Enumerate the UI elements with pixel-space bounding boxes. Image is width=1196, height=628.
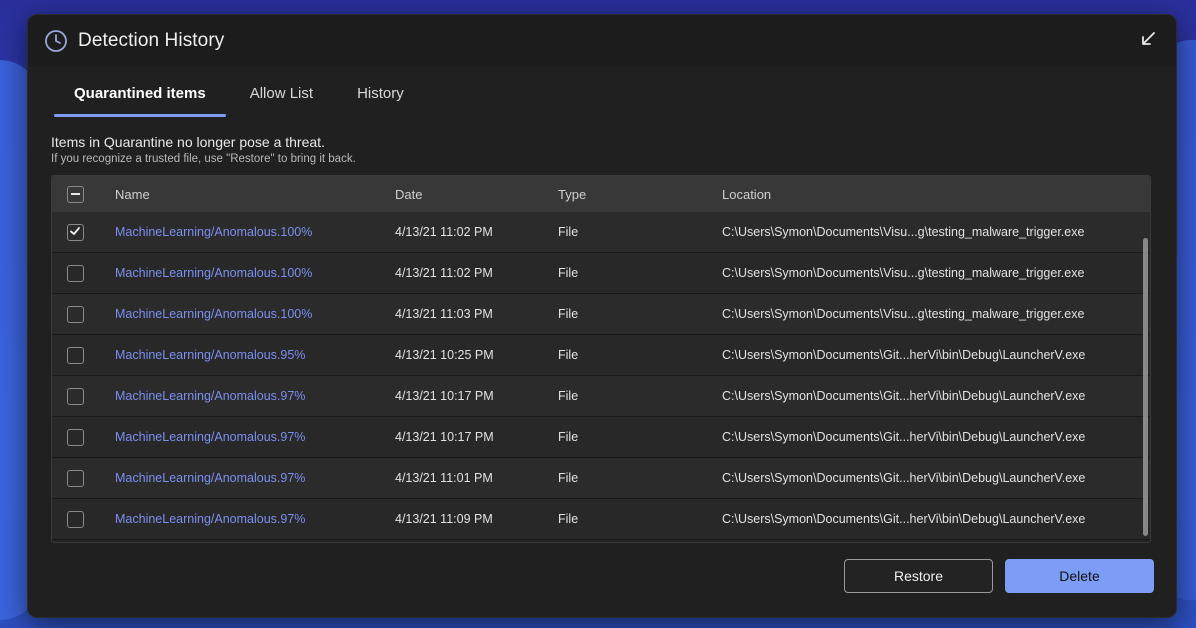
checkmark-icon — [69, 225, 81, 240]
file-location: C:\Users\Symon\Documents\Git...herVi\bin… — [722, 471, 1086, 485]
tab-quarantined-items[interactable]: Quarantined items — [52, 77, 228, 117]
row-checkbox[interactable] — [66, 387, 84, 405]
table-scrollbar[interactable] — [1143, 238, 1148, 536]
window-title: Detection History — [78, 30, 225, 51]
detection-date: 4/13/21 11:02 PM — [395, 266, 493, 280]
detection-date: 4/13/21 11:01 PM — [395, 471, 493, 485]
quarantine-info-text: Items in Quarantine no longer pose a thr… — [51, 134, 325, 150]
tab-allow-list[interactable]: Allow List — [228, 77, 335, 115]
file-location: C:\Users\Symon\Documents\Git...herVi\bin… — [722, 348, 1086, 362]
threat-name-link[interactable]: MachineLearning/Anomalous.97% — [115, 389, 305, 403]
file-location: C:\Users\Symon\Documents\Git...herVi\bin… — [722, 389, 1086, 403]
table-header: Name Date Type Location — [52, 176, 1150, 212]
threat-name-link[interactable]: MachineLearning/Anomalous.97% — [115, 430, 305, 444]
restore-button[interactable]: Restore — [844, 559, 993, 593]
table-row[interactable]: MachineLearning/Anomalous.95% 4/13/21 10:… — [52, 335, 1150, 376]
detection-history-window: Detection History Quarantined items Allow… — [27, 14, 1177, 618]
threat-name-link[interactable]: MachineLearning/Anomalous.100% — [115, 266, 312, 280]
item-type: File — [558, 307, 579, 321]
file-location: C:\Users\Symon\Documents\Visu...g\testin… — [722, 266, 1085, 280]
file-location: C:\Users\Symon\Documents\Git...herVi\bin… — [722, 512, 1086, 526]
collapse-arrow-icon — [1139, 30, 1157, 53]
row-checkbox[interactable] — [66, 305, 84, 323]
file-location: C:\Users\Symon\Documents\Git...herVi\bin… — [722, 430, 1086, 444]
detection-date: 4/13/21 11:03 PM — [395, 307, 493, 321]
row-checkbox[interactable] — [66, 510, 84, 528]
detection-date: 4/13/21 11:02 PM — [395, 225, 493, 239]
table-row[interactable]: MachineLearning/Anomalous.100% 4/13/21 11… — [52, 212, 1150, 253]
threat-name-link[interactable]: MachineLearning/Anomalous.100% — [115, 225, 312, 239]
quarantine-hint-text: If you recognize a trusted file, use "Re… — [51, 153, 356, 165]
detection-date: 4/13/21 11:09 PM — [395, 512, 493, 526]
column-header-type[interactable]: Type — [558, 187, 722, 202]
tab-bar: Quarantined items Allow List History — [52, 77, 426, 127]
file-location: C:\Users\Symon\Documents\Visu...g\testin… — [722, 225, 1085, 239]
item-type: File — [558, 389, 579, 403]
table-body: MachineLearning/Anomalous.100% 4/13/21 11… — [52, 212, 1150, 542]
row-checkbox[interactable] — [66, 428, 84, 446]
item-type: File — [558, 225, 579, 239]
select-all-checkbox[interactable] — [66, 185, 84, 203]
threat-name-link[interactable]: MachineLearning/Anomalous.100% — [115, 307, 312, 321]
table-row[interactable]: MachineLearning/Anomalous.97% 4/13/21 11:… — [52, 499, 1150, 540]
table-row[interactable]: MachineLearning/Anomalous.100% 4/13/21 11… — [52, 294, 1150, 335]
detection-date: 4/13/21 10:25 PM — [395, 348, 494, 362]
delete-button[interactable]: Delete — [1005, 559, 1154, 593]
row-checkbox[interactable] — [66, 223, 84, 241]
item-type: File — [558, 266, 579, 280]
item-type: File — [558, 348, 579, 362]
column-header-name[interactable]: Name — [98, 187, 395, 202]
tab-history[interactable]: History — [335, 77, 426, 115]
table-row[interactable]: MachineLearning/Anomalous.100% 4/13/21 11… — [52, 253, 1150, 294]
row-checkbox[interactable] — [66, 346, 84, 364]
table-row[interactable]: MachineLearning/Anomalous.97% 4/13/21 10:… — [52, 417, 1150, 458]
column-header-location[interactable]: Location — [722, 187, 1150, 202]
file-location: C:\Users\Symon\Documents\Visu...g\testin… — [722, 307, 1085, 321]
detection-date: 4/13/21 10:17 PM — [395, 430, 494, 444]
column-header-date[interactable]: Date — [395, 187, 558, 202]
item-type: File — [558, 471, 579, 485]
history-clock-icon — [43, 28, 69, 54]
threat-name-link[interactable]: MachineLearning/Anomalous.97% — [115, 471, 305, 485]
threat-name-link[interactable]: MachineLearning/Anomalous.97% — [115, 512, 305, 526]
row-checkbox[interactable] — [66, 469, 84, 487]
collapse-window-button[interactable] — [1136, 29, 1160, 53]
title-bar: Detection History — [28, 15, 1176, 67]
quarantine-table: Name Date Type Location MachineLearning/… — [51, 175, 1151, 543]
indeterminate-icon — [70, 193, 80, 195]
item-type: File — [558, 512, 579, 526]
row-checkbox[interactable] — [66, 264, 84, 282]
threat-name-link[interactable]: MachineLearning/Anomalous.95% — [115, 348, 305, 362]
table-row[interactable]: MachineLearning/Anomalous.97% 4/13/21 10:… — [52, 376, 1150, 417]
detection-date: 4/13/21 10:17 PM — [395, 389, 494, 403]
table-row[interactable]: MachineLearning/Anomalous.97% 4/13/21 11:… — [52, 458, 1150, 499]
item-type: File — [558, 430, 579, 444]
